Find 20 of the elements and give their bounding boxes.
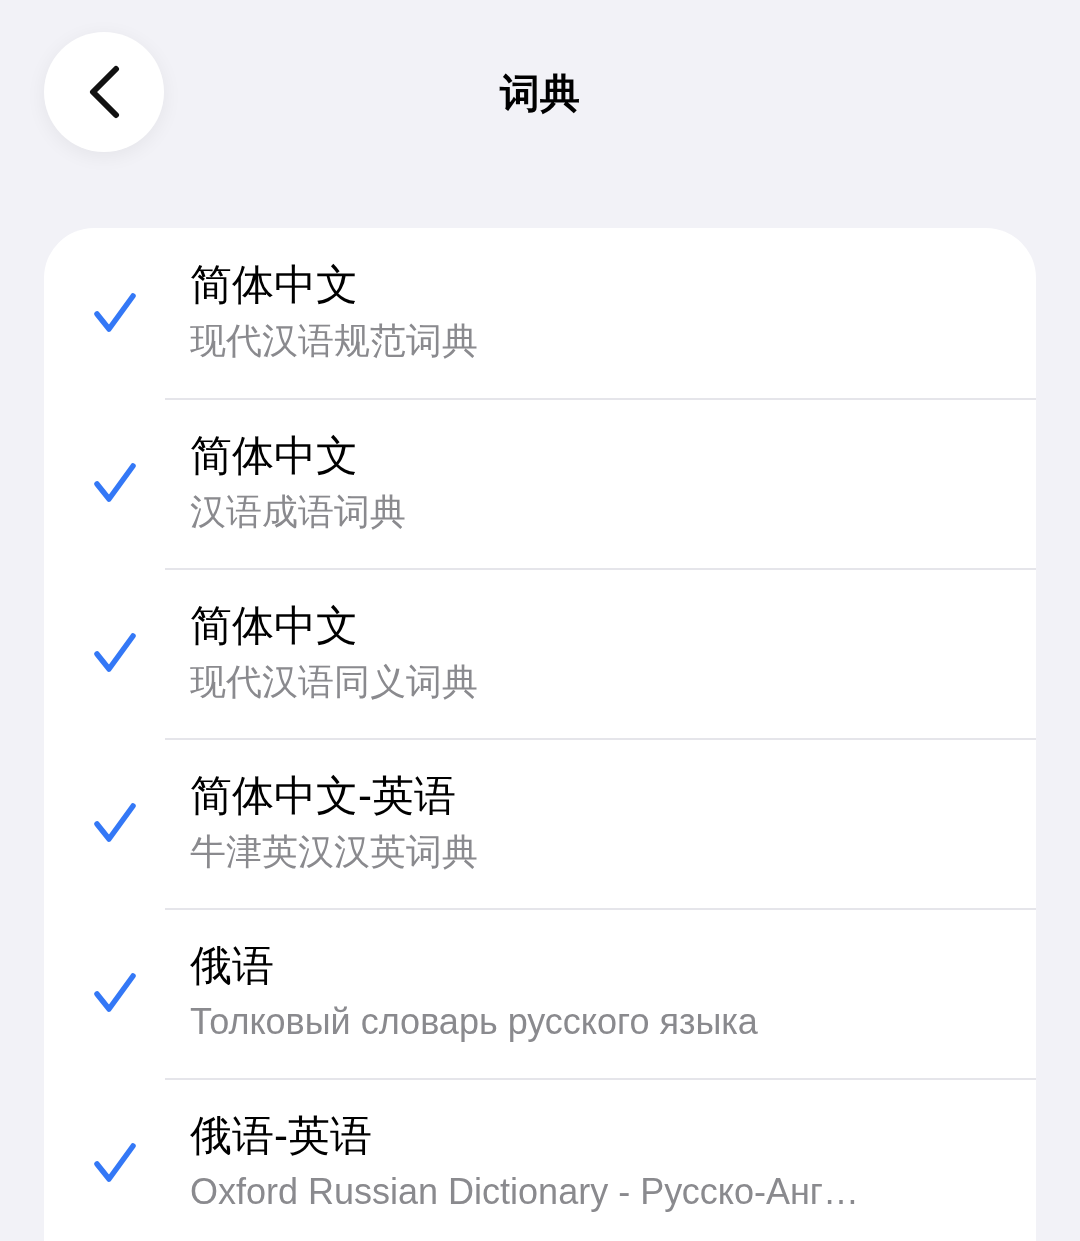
dictionary-name: Толковый словарь русского языка — [190, 1000, 759, 1044]
language-label: 俄语-英语 — [190, 1111, 373, 1161]
back-icon — [87, 65, 121, 119]
dictionary-row[interactable]: 简体中文 现代汉语规范词典 — [44, 228, 1036, 398]
dictionary-row[interactable]: 俄语-英语 Oxford Russian Dictionary - Русско-Анг… — [44, 1078, 1036, 1241]
dictionary-name: Oxford Russian Dictionary - Русско-Анг… — [190, 1170, 860, 1214]
dictionary-row[interactable]: 简体中文 现代汉语同义词典 — [44, 568, 1036, 738]
language-label: 简体中文-英语 — [190, 771, 457, 821]
dictionary-row[interactable]: 简体中文 汉语成语词典 — [44, 398, 1036, 568]
language-label: 简体中文 — [190, 601, 359, 651]
language-label: 简体中文 — [190, 260, 359, 310]
page-title: 词典 — [500, 70, 580, 117]
language-label: 简体中文 — [190, 431, 359, 481]
dictionary-name: 汉语成语词典 — [190, 490, 407, 534]
dictionary-row[interactable]: 俄语 Толковый словарь русского языка — [44, 908, 1036, 1078]
dictionary-name: 现代汉语同义词典 — [190, 660, 479, 704]
dictionary-name: 现代汉语规范词典 — [190, 319, 479, 363]
dictionary-row[interactable]: 简体中文-英语 牛津英汉汉英词典 — [44, 738, 1036, 908]
language-label: 俄语 — [190, 941, 275, 991]
dictionary-name: 牛津英汉汉英词典 — [190, 830, 479, 874]
